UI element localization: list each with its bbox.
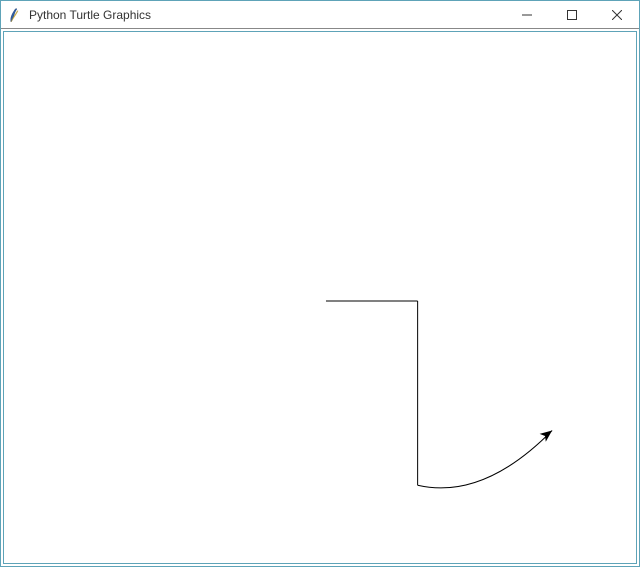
titlebar: Python Turtle Graphics <box>1 1 639 29</box>
turtle-arc <box>418 430 552 487</box>
minimize-icon <box>522 10 532 20</box>
close-button[interactable] <box>594 1 639 28</box>
minimize-button[interactable] <box>504 1 549 28</box>
app-window: Python Turtle Graphics <box>0 0 640 567</box>
turtle-cursor <box>540 427 556 442</box>
window-title: Python Turtle Graphics <box>29 8 504 22</box>
close-icon <box>612 10 622 20</box>
maximize-button[interactable] <box>549 1 594 28</box>
turtle-canvas <box>3 31 637 564</box>
turtle-drawing <box>4 32 636 563</box>
python-feather-icon <box>7 7 23 23</box>
window-controls <box>504 1 639 28</box>
maximize-icon <box>567 10 577 20</box>
